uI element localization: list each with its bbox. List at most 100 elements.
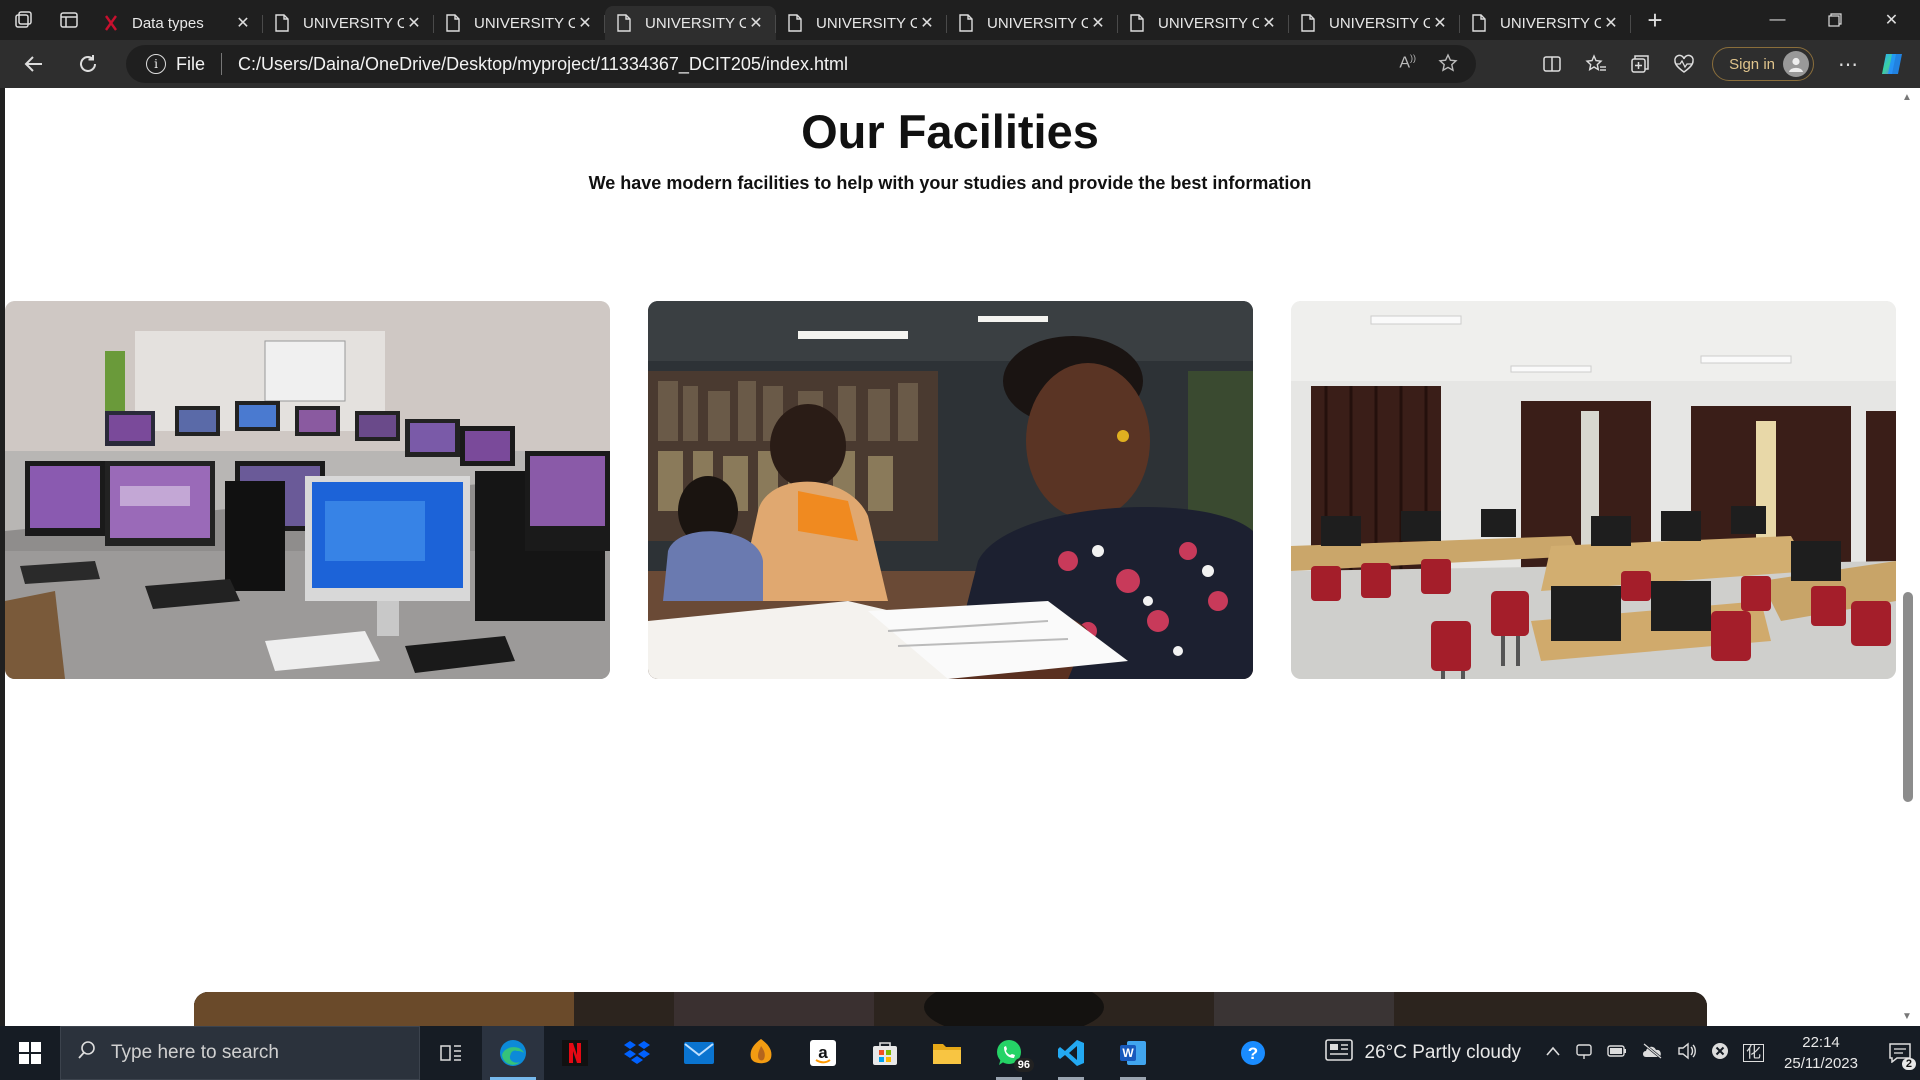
browser-tab[interactable]: UNIVERSITY OF✕	[776, 6, 947, 40]
help-app-icon[interactable]: ?	[1222, 1026, 1284, 1080]
fl-studio-app-icon[interactable]	[730, 1026, 792, 1080]
scroll-down-icon[interactable]: ▼	[1902, 1011, 1912, 1022]
onedrive-offline-icon[interactable]	[1641, 1042, 1663, 1064]
svg-text:W: W	[1122, 1046, 1134, 1060]
refresh-button[interactable]	[66, 44, 110, 84]
page-icon	[615, 14, 633, 32]
close-tab-icon[interactable]: ✕	[575, 13, 595, 33]
page-icon	[444, 14, 462, 32]
task-view-icon[interactable]	[420, 1026, 482, 1080]
volume-icon[interactable]	[1677, 1042, 1697, 1065]
page-title: Our Facilities	[801, 105, 1099, 158]
page-scrollbar[interactable]: ▲ ▼	[1898, 88, 1920, 1026]
page-icon	[786, 14, 804, 32]
scroll-up-icon[interactable]: ▲	[1902, 92, 1912, 103]
netflix-app-icon[interactable]	[544, 1026, 606, 1080]
mail-app-icon[interactable]	[668, 1026, 730, 1080]
clock[interactable]: 22:14 25/11/2023	[1784, 1032, 1858, 1074]
page-icon	[957, 14, 975, 32]
read-aloud-icon[interactable]: A))	[1399, 53, 1416, 78]
address-bar[interactable]: i File C:/Users/Daina/OneDrive/Desktop/m…	[126, 45, 1476, 83]
sign-in-label: Sign in	[1729, 55, 1775, 73]
dropbox-app-icon[interactable]	[606, 1026, 668, 1080]
more-menu-icon[interactable]: ⋯	[1826, 44, 1870, 84]
tray-icons: 化	[1545, 1042, 1765, 1065]
facility-image-library	[648, 301, 1253, 679]
browser-tab[interactable]: UNIVERSITY OF✕	[263, 6, 434, 40]
network-disconnected-icon[interactable]	[1711, 1042, 1729, 1065]
browser-tab[interactable]: UNIVERSITY OF✕	[1460, 6, 1631, 40]
amazon-app-icon[interactable]: a	[792, 1026, 854, 1080]
favorite-star-icon[interactable]	[1438, 53, 1458, 78]
copilot-icon[interactable]	[1870, 44, 1914, 84]
notification-center-icon[interactable]: 2	[1880, 1026, 1920, 1080]
workspaces-icon[interactable]	[0, 0, 46, 40]
close-tab-icon[interactable]: ✕	[746, 13, 766, 33]
address-divider	[221, 53, 223, 75]
svg-text:a: a	[818, 1043, 828, 1062]
info-icon[interactable]: i	[146, 54, 166, 74]
browser-tab[interactable]: Data types ✕	[92, 6, 263, 40]
close-tab-icon[interactable]: ✕	[233, 13, 253, 33]
page-icon	[1299, 14, 1317, 32]
new-tab-button[interactable]: +	[1635, 0, 1675, 40]
toolbar-right: Sign in ⋯	[1530, 40, 1920, 88]
back-button[interactable]	[12, 44, 56, 84]
edge-app-icon[interactable]	[482, 1026, 544, 1080]
tab-list: Data types✕UNIVERSITY OF✕UNIVERSITY OF✕U…	[92, 0, 1631, 40]
close-tab-icon[interactable]: ✕	[1088, 13, 1108, 33]
url-text[interactable]: C:/Users/Daina/OneDrive/Desktop/myprojec…	[238, 54, 848, 75]
sign-in-button[interactable]: Sign in	[1712, 47, 1814, 81]
start-button[interactable]	[0, 1026, 60, 1080]
close-window-button[interactable]: ✕	[1863, 0, 1920, 40]
tab-title: Data types	[132, 14, 204, 32]
microsoft-store-app-icon[interactable]	[854, 1026, 916, 1080]
minimize-button[interactable]: —	[1749, 0, 1806, 40]
browser-tab[interactable]: UNIVERSITY OF✕	[1289, 6, 1460, 40]
news-weather-icon	[1324, 1039, 1353, 1067]
browser-essentials-icon[interactable]	[1662, 44, 1706, 84]
browser-tab[interactable]: UNIVERSITY OF✕	[605, 6, 776, 40]
close-tab-icon[interactable]: ✕	[1601, 13, 1621, 33]
weather-widget[interactable]: 26°C Partly cloudy	[1324, 1039, 1522, 1067]
chevron-up-icon[interactable]	[1545, 1044, 1561, 1062]
scrollbar-thumb[interactable]	[1903, 592, 1913, 802]
input-language-icon[interactable]: 化	[1743, 1044, 1765, 1062]
svg-text:?: ?	[1248, 1044, 1258, 1063]
browser-tab[interactable]: UNIVERSITY OF✕	[947, 6, 1118, 40]
whatsapp-badge: 96	[1013, 1058, 1034, 1072]
restore-button[interactable]	[1806, 0, 1863, 40]
battery-icon[interactable]	[1607, 1044, 1627, 1063]
red-x-icon	[102, 14, 120, 32]
address-actions: A))	[1399, 53, 1458, 78]
windows-taskbar: Type here to search a 96 W ? 26°C Partly…	[0, 1026, 1920, 1080]
vscode-app-icon[interactable]	[1040, 1026, 1102, 1080]
browser-tab[interactable]: UNIVERSITY OF✕	[434, 6, 605, 40]
favorites-icon[interactable]	[1574, 44, 1618, 84]
taskbar-search[interactable]: Type here to search	[60, 1026, 420, 1080]
close-tab-icon[interactable]: ✕	[1259, 13, 1279, 33]
windows-logo-icon	[19, 1042, 41, 1064]
tab-actions-icon[interactable]	[46, 0, 92, 40]
collections-icon[interactable]	[1618, 44, 1662, 84]
tab-title: UNIVERSITY OF	[987, 14, 1088, 32]
close-tab-icon[interactable]: ✕	[917, 13, 937, 33]
tab-title: UNIVERSITY OF	[474, 14, 575, 32]
browser-tab[interactable]: UNIVERSITY OF✕	[1118, 6, 1289, 40]
clock-date: 25/11/2023	[1784, 1055, 1858, 1072]
taskbar-apps: a 96 W ?	[420, 1026, 1284, 1080]
word-app-icon[interactable]: W	[1102, 1026, 1164, 1080]
tab-title: UNIVERSITY OF	[816, 14, 917, 32]
meet-now-icon[interactable]	[1575, 1042, 1593, 1065]
split-screen-icon[interactable]	[1530, 44, 1574, 84]
whatsapp-app-icon[interactable]: 96	[978, 1026, 1040, 1080]
tab-strip: Data types✕UNIVERSITY OF✕UNIVERSITY OF✕U…	[0, 0, 1920, 40]
close-tab-icon[interactable]: ✕	[1430, 13, 1450, 33]
weather-text: 26°C Partly cloudy	[1364, 1042, 1522, 1063]
file-explorer-app-icon[interactable]	[916, 1026, 978, 1080]
scheme-label: File	[176, 53, 206, 74]
close-tab-icon[interactable]: ✕	[404, 13, 424, 33]
tab-title: UNIVERSITY OF	[645, 14, 746, 32]
facility-image-classroom	[1291, 301, 1896, 679]
avatar-icon	[1783, 51, 1809, 77]
